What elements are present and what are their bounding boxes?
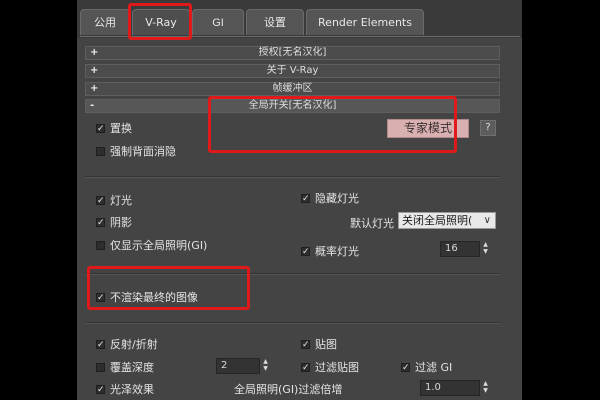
override-depth-input[interactable]: 2	[216, 358, 260, 374]
shadows-checkbox[interactable]: ✓	[96, 218, 105, 228]
override-depth-spinner-arrows[interactable]: ▲ ▼	[262, 358, 269, 374]
help-button[interactable]: ?	[480, 120, 496, 136]
hidden-lights-checkbox[interactable]: ✓	[301, 194, 310, 204]
rollout-label: 关于 V-Ray	[266, 65, 319, 76]
override-depth-checkbox[interactable]	[96, 363, 105, 372]
shadows-label: 阴影	[110, 216, 132, 229]
filter-maps-checkbox[interactable]: ✓	[301, 363, 310, 373]
highlight-box-vray-tab	[128, 3, 192, 40]
group-separator	[85, 177, 500, 178]
probabilistic-lights-label: 概率灯光	[315, 245, 359, 258]
group-separator	[85, 323, 500, 324]
show-gi-only-label: 仅显示全局照明(GI)	[110, 239, 208, 252]
rollout-about-vray[interactable]: + 关于 V-Ray	[85, 64, 500, 78]
default-lights-label: 默认灯光	[350, 217, 394, 230]
maps-checkbox[interactable]: ✓	[301, 340, 310, 350]
chevron-down-icon: ∨	[483, 215, 491, 226]
force-back-culling-checkbox[interactable]	[96, 147, 105, 156]
rollout-frame-buffer[interactable]: + 帧缓冲区	[85, 82, 500, 96]
filter-maps-label: 过滤贴图	[315, 361, 359, 374]
force-back-culling-label: 强制背面消隐	[110, 145, 176, 158]
highlight-box-global-switches	[208, 96, 457, 153]
reflection-refraction-checkbox[interactable]: ✓	[96, 340, 105, 350]
highlight-box-dont-render-final-image	[87, 266, 250, 310]
gi-filter-multiplier-label: 全局照明(GI)过滤倍增	[234, 383, 343, 396]
rollout-expand-sign: +	[90, 47, 99, 58]
show-gi-only-checkbox[interactable]	[96, 241, 105, 250]
reflection-refraction-label: 反射/折射	[110, 338, 158, 351]
glossy-effects-checkbox[interactable]: ✓	[96, 385, 105, 395]
tab-gi[interactable]: GI	[192, 9, 244, 35]
default-lights-dropdown[interactable]: 关闭全局照明( ∨	[398, 212, 496, 229]
rollout-collapse-sign: -	[90, 100, 95, 111]
glossy-effects-label: 光泽效果	[110, 383, 154, 396]
lights-label: 灯光	[110, 194, 132, 207]
tab-settings[interactable]: 设置	[246, 9, 304, 35]
displacement-checkbox[interactable]: ✓	[96, 124, 105, 134]
screen-frame-right	[522, 0, 600, 400]
hidden-lights-label: 隐藏灯光	[315, 192, 359, 205]
override-depth-label: 覆盖深度	[110, 361, 154, 374]
filter-gi-checkbox[interactable]: ✓	[401, 363, 410, 373]
probabilistic-lights-input[interactable]: 16	[440, 241, 480, 257]
rollout-expand-sign: +	[90, 83, 99, 94]
default-lights-value: 关闭全局照明(	[402, 214, 473, 227]
gi-filter-multiplier-input[interactable]: 1.0	[420, 380, 480, 396]
tab-common[interactable]: 公用	[80, 9, 130, 35]
rollout-authorization[interactable]: + 授权[无名汉化]	[85, 46, 500, 60]
gi-filter-multiplier-spinner-arrows[interactable]: ▲ ▼	[482, 380, 489, 396]
displacement-label: 置换	[110, 122, 132, 135]
rollout-label: 帧缓冲区	[272, 83, 313, 94]
filter-gi-label: 过滤 GI	[415, 361, 453, 374]
rollout-expand-sign: +	[90, 65, 99, 76]
probabilistic-lights-spinner-arrows[interactable]: ▲ ▼	[482, 241, 489, 257]
tab-render-elements[interactable]: Render Elements	[306, 9, 424, 35]
maps-label: 贴图	[315, 338, 337, 351]
rollout-label: 授权[无名汉化]	[258, 47, 327, 58]
lights-checkbox[interactable]: ✓	[96, 196, 105, 206]
probabilistic-lights-checkbox[interactable]: ✓	[301, 247, 310, 257]
screen-frame-left	[0, 0, 77, 400]
